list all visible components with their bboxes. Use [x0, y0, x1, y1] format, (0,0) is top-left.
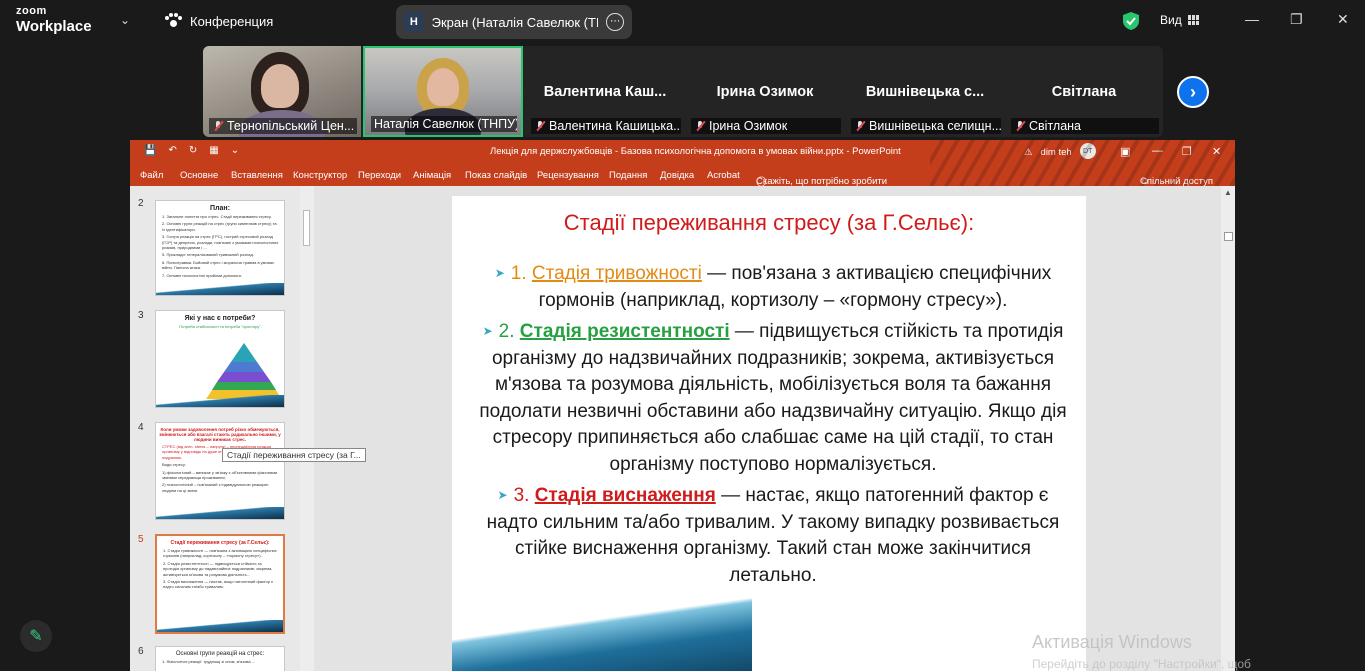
- muted-mic-icon: [1014, 120, 1026, 132]
- screen-share-pill[interactable]: Н Экран (Наталія Савелюк (ТНПУ ⋯: [396, 5, 632, 39]
- tab-acrobat[interactable]: Acrobat: [707, 170, 740, 181]
- slide-thumbnail-pane: 2 План: 1. Загальне поняття про стрес. С…: [130, 186, 300, 671]
- view-label: Вид: [1160, 13, 1182, 27]
- chevron-down-icon[interactable]: ⌄: [120, 13, 130, 27]
- windows-activation-subtitle: Перейдіть до розділу "Настройки", щоб: [1032, 657, 1251, 671]
- slide-5[interactable]: Стадії переживання стресу (за Г.Сельє): …: [452, 196, 1086, 671]
- tab-review[interactable]: Рецензування: [537, 170, 599, 181]
- document-title: Лекція для держслужбовців - Базова психо…: [490, 146, 901, 157]
- sharer-avatar: Н: [404, 12, 424, 32]
- meeting-label: Конференция: [190, 13, 274, 29]
- windows-activation-title: Активація Windows: [1032, 632, 1192, 652]
- tab-transitions[interactable]: Переходи: [358, 170, 401, 181]
- slide-thumbnail-selected[interactable]: Стадії переживання стресу (за Г.Сельє): …: [155, 534, 285, 634]
- thumbnail-scrollbar[interactable]: [300, 186, 314, 671]
- bullet-icon: ➤: [494, 266, 505, 280]
- customize-icon[interactable]: ⌄: [231, 145, 239, 156]
- minimize-icon[interactable]: —: [1245, 11, 1259, 27]
- bullet-icon: ➤: [497, 488, 508, 502]
- participant-tile-active[interactable]: Наталія Савелюк (ТНПУ): [363, 46, 523, 137]
- shield-icon[interactable]: [1122, 11, 1140, 31]
- muted-mic-icon: [854, 120, 866, 132]
- list-item: ➤ 2. Стадія резистентності — підвищується…: [479, 321, 1067, 475]
- zoom-logo: zoom Workplace: [16, 5, 92, 35]
- redo-icon[interactable]: ↻: [189, 145, 197, 156]
- slide-thumbnail[interactable]: Основні групи реакцій на стрес: 1. Фізіо…: [155, 646, 285, 671]
- close-icon[interactable]: ✕: [1337, 11, 1349, 28]
- slideshow-icon[interactable]: ▦: [209, 145, 218, 156]
- participant-tile[interactable]: Світлана Світлана: [1005, 46, 1163, 137]
- slide-thumbnail[interactable]: План: 1. Загальне поняття про стрес. Ста…: [155, 200, 285, 296]
- maximize-icon[interactable]: ❐: [1290, 11, 1303, 28]
- participant-tile[interactable]: Тернопільський Цен...: [203, 46, 361, 137]
- meeting-menu-button[interactable]: Конференция: [164, 13, 273, 29]
- slide-editor: Стадії переживання стресу (за Г.Сельє): …: [314, 186, 1235, 671]
- tab-animations[interactable]: Анімація: [413, 170, 451, 181]
- participant-tile[interactable]: Ірина Озимок Ірина Озимок: [685, 46, 845, 137]
- meeting-icon: [164, 13, 182, 29]
- tab-home[interactable]: Основне: [180, 170, 218, 181]
- participant-tile[interactable]: Вишнівецька с... Вишнівецька селищн...: [845, 46, 1005, 137]
- zoom-top-bar: zoom Workplace ⌄ Конференция Н Экран (На…: [0, 0, 1365, 44]
- annotate-button[interactable]: ✎: [20, 620, 52, 652]
- slide-title: Стадії переживання стресу (за Г.Сельє):: [563, 210, 975, 235]
- tab-design[interactable]: Конструктор: [293, 170, 347, 181]
- scroll-up-icon[interactable]: ▲: [1224, 188, 1232, 197]
- slide-decoration: [452, 594, 752, 671]
- chevron-right-icon: ›: [1190, 81, 1196, 102]
- participant-name: Наталія Савелюк (ТНПУ): [371, 116, 517, 132]
- muted-mic-icon: [694, 120, 706, 132]
- participant-name: Ірина Озимок: [691, 118, 841, 134]
- list-item: ➤ 3. Стадія виснаження — настає, якщо пат…: [486, 485, 1060, 586]
- save-icon[interactable]: 💾: [144, 145, 156, 156]
- view-button[interactable]: Вид: [1160, 13, 1199, 27]
- tab-help[interactable]: Довідка: [660, 170, 694, 181]
- participant-strip: Тернопільський Цен... Наталія Савелюк (Т…: [203, 46, 1163, 137]
- slide-thumbnail[interactable]: Які у нас є потреби? Потреба стабільност…: [155, 310, 285, 408]
- participant-name: Вишнівецька селищн...: [851, 118, 1001, 134]
- pyramid-diagram: [206, 343, 282, 399]
- next-participants-button[interactable]: ›: [1177, 76, 1209, 108]
- list-item: ➤ 1. Стадія тривожності — пов'язана з акт…: [494, 263, 1052, 311]
- more-options-icon[interactable]: ⋯: [606, 13, 624, 31]
- screen-share-label: Экран (Наталія Савелюк (ТНПУ: [431, 14, 599, 30]
- tab-view[interactable]: Подання: [609, 170, 647, 181]
- participant-tile[interactable]: Валентина Каш... Валентина Кашицька...: [525, 46, 685, 137]
- quick-access-toolbar: 💾 ↶ ↻ ▦ ⌄: [144, 145, 239, 156]
- participant-name: Тернопільський Цен...: [209, 118, 357, 134]
- powerpoint-window: 💾 ↶ ↻ ▦ ⌄ Лекція для держслужбовців - Ба…: [130, 140, 1235, 671]
- slide-thumbnail[interactable]: Коли умови задоволення потреб різко обме…: [155, 422, 285, 520]
- participant-name: Валентина Кашицька...: [531, 118, 681, 134]
- title-bar-ornament: [930, 140, 1235, 186]
- tab-insert[interactable]: Вставлення: [231, 170, 283, 181]
- thumbnail-tooltip: Стадії переживання стресу (за Г...: [222, 448, 366, 462]
- bullet-icon: ➤: [482, 324, 493, 338]
- slide-scrollbar[interactable]: ▲: [1221, 186, 1235, 671]
- grid-view-icon: [1187, 15, 1199, 25]
- slide-body: ➤ 1. Стадія тривожності — пов'язана з акт…: [474, 260, 1072, 593]
- muted-mic-icon: [534, 120, 546, 132]
- pencil-icon: ✎: [29, 628, 43, 645]
- muted-mic-icon: [212, 120, 224, 132]
- zoom-meeting-window: zoom Workplace ⌄ Конференция Н Экран (На…: [0, 0, 1365, 671]
- tab-file[interactable]: Файл: [140, 170, 163, 181]
- tab-slideshow[interactable]: Показ слайдів: [465, 170, 527, 181]
- participant-name: Світлана: [1011, 118, 1159, 134]
- undo-icon[interactable]: ↶: [168, 145, 176, 156]
